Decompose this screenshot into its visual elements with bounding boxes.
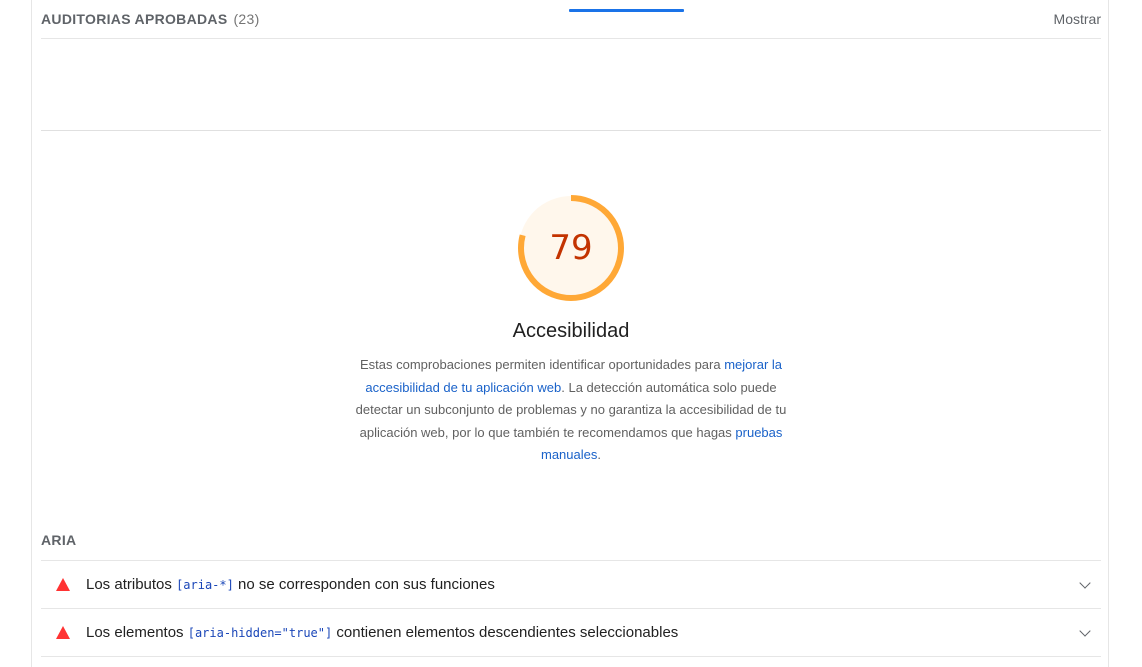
- audit-code: [aria-*]: [176, 578, 234, 592]
- score-gauge: 79: [514, 191, 628, 305]
- audit-title: Los atributos [aria-*] no se corresponde…: [86, 576, 495, 593]
- chevron-down-icon[interactable]: [1079, 577, 1091, 589]
- show-passed-audits-button[interactable]: Mostrar: [1054, 11, 1101, 27]
- category-title: Accesibilidad: [512, 320, 630, 342]
- audit-group-title: ARIA: [41, 532, 77, 548]
- fail-triangle-icon: [56, 626, 70, 639]
- audit-text-after: contienen elementos descendientes selecc…: [332, 624, 679, 641]
- fail-triangle-icon: [56, 578, 70, 591]
- audit-text-before: Los elementos: [86, 624, 188, 641]
- chevron-down-icon[interactable]: [1079, 625, 1091, 637]
- passed-audits-label: AUDITORIAS APROBADAS: [41, 11, 228, 27]
- passed-audits-title: AUDITORIAS APROBADAS (23): [41, 11, 260, 27]
- passed-audits-count: (23): [233, 11, 260, 27]
- audit-text-before: Los atributos: [86, 576, 177, 593]
- passed-audits-header[interactable]: AUDITORIAS APROBADAS (23) Mostrar: [41, 0, 1101, 39]
- audit-code: [aria-hidden="true"]: [187, 626, 333, 640]
- description-end: .: [597, 447, 601, 463]
- audit-list: Los atributos [aria-*] no se corresponde…: [41, 560, 1101, 657]
- audit-title: Los elementos [aria-hidden="true"] conti…: [86, 624, 678, 641]
- category-description: Estas comprobaciones permiten identifica…: [341, 354, 801, 467]
- audit-row[interactable]: Los atributos [aria-*] no se corresponde…: [41, 561, 1101, 609]
- audit-text-after: no se corresponden con sus funciones: [233, 576, 495, 593]
- description-text: Estas comprobaciones permiten identifica…: [360, 357, 725, 372]
- audit-row[interactable]: Los elementos [aria-hidden="true"] conti…: [41, 609, 1101, 657]
- lighthouse-report-page: AUDITORIAS APROBADAS (23) Mostrar 79 Acce…: [0, 0, 1142, 667]
- score-value: 79: [549, 228, 593, 268]
- section-divider: [41, 130, 1101, 131]
